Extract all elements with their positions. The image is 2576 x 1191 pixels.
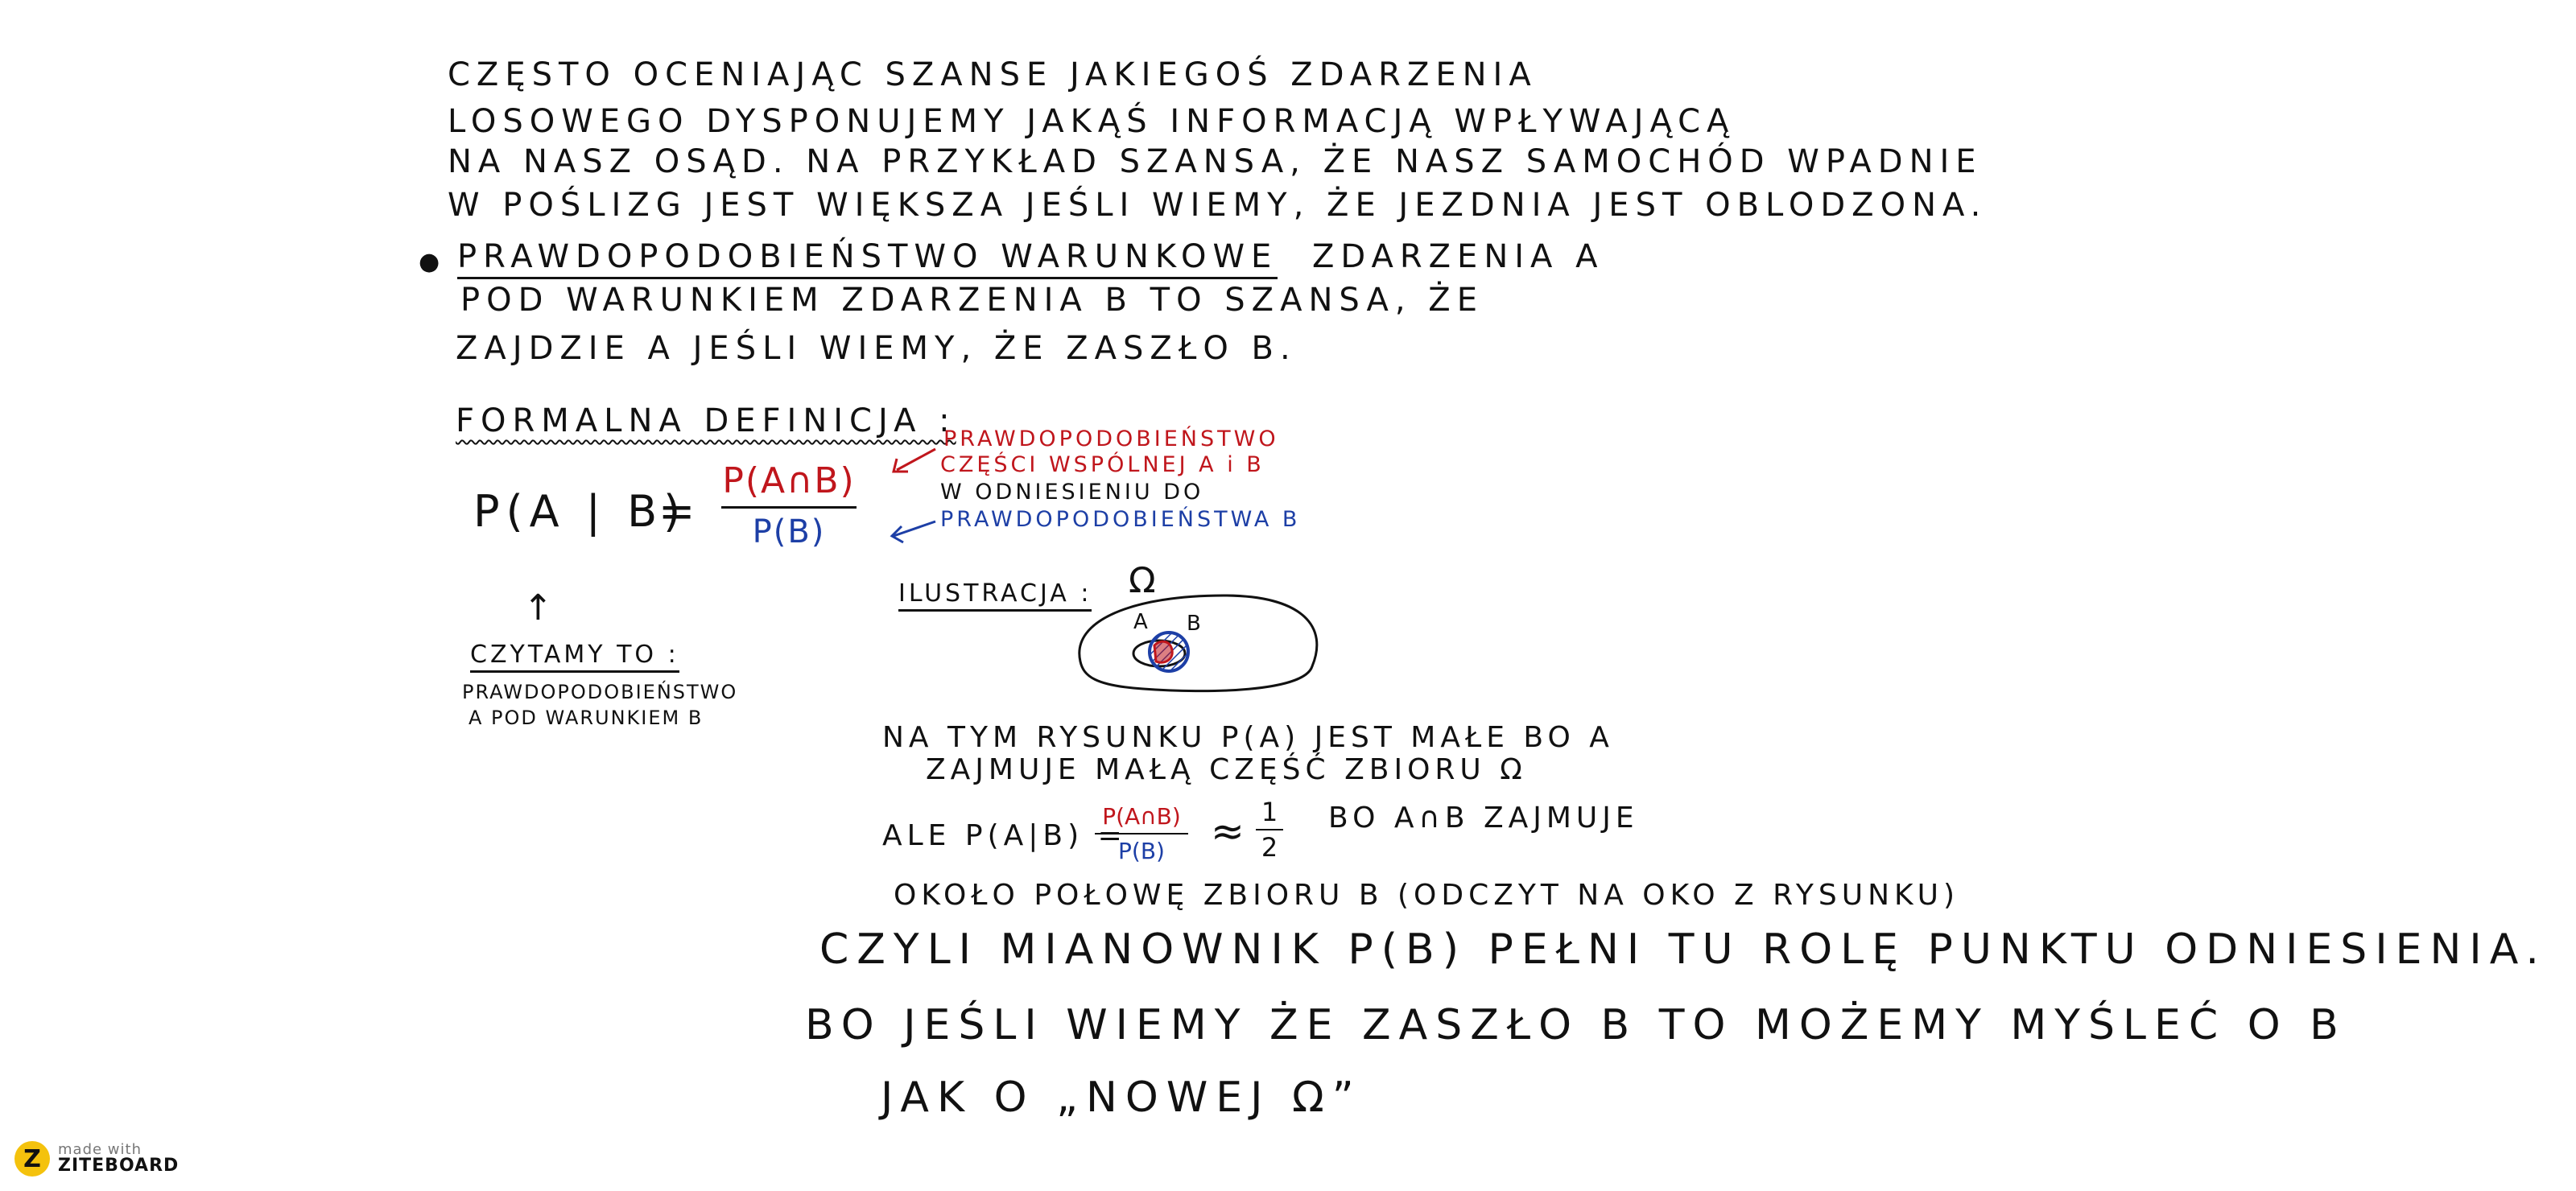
note-red-2: CZĘŚCI WSPÓLNEJ A i B [940,452,1265,477]
explanation-frac-bar [1095,833,1188,835]
intro-line-4: W POŚLIZG JEST WIĘKSZA JEŚLI WIEMY, ŻE J… [448,187,1988,224]
read-heading: CZYTAMY TO : [470,641,679,673]
definition-line-1-rest: ZDARZENIA A [1312,238,1604,275]
bullet-dot: ● [419,248,445,276]
conclusion-line-1: CZYLI MIANOWNIK P(B) PEŁNI TU ROLĘ PUNKT… [819,925,2547,974]
formula-fraction: P(A∩B) P(B) [721,460,857,550]
intro-line-1: CZĘSTO OCENIAJĄC SZANSE JAKIEGOŚ ZDARZEN… [448,56,1538,93]
half-num: 1 [1261,797,1278,827]
explanation-frac-den: P(B) [1118,838,1165,864]
explanation-ale: ALE P(A|B) = [882,819,1127,852]
half-bar [1256,829,1283,830]
explanation-line-4: OKOŁO POŁOWĘ ZBIORU B (ODCZYT NA OKO Z R… [894,879,1960,912]
definition-term: PRAWDOPODOBIEŃSTWO WARUNKOWE [457,238,1278,279]
explanation-fraction: P(A∩B) P(B) [1095,803,1188,864]
definition-line-3: ZAJDZIE A JEŚLI WIEMY, ŻE ZASZŁO B. [456,330,1297,367]
half-den: 2 [1261,832,1278,863]
note-black: W ODNIESIENIU DO [940,480,1204,505]
up-arrow-icon: ↑ [523,587,558,628]
definition-line-2: POD WARUNKIEM ZDARZENIA B TO SZANSA, ŻE [460,282,1484,319]
conclusion-line-2: BO JEŚLI WIEMY ŻE ZASZŁO B TO MOŻEMY MYŚ… [805,1001,2347,1049]
red-arrow [896,447,936,472]
explanation-line-2: ZAJMUJE MAŁĄ CZĘŚĆ ZBIORU Ω [926,753,1527,786]
conclusion-line-3: JAK O „NOWEJ Ω” [881,1074,1362,1122]
ziteboard-text: made with ZITEBOARD [58,1143,179,1175]
formula-numerator: P(A∩B) [722,460,856,501]
intro-line-3: NA NASZ OSĄD. NA PRZYKŁAD SZANSA, ŻE NAS… [448,143,1983,180]
set-b-label: B [1187,612,1201,636]
definition-line-1: PRAWDOPODOBIEŃSTWO WARUNKOWE ZDARZENIA A [457,238,1604,279]
intersection-region [1153,640,1174,664]
formula-denominator: P(B) [752,513,826,550]
fraction-bar [721,506,857,509]
read-line-2: A POD WARUNKIEM B [469,707,704,729]
formula-equals: = [658,486,700,537]
explanation-line-1: NA TYM RYSUNKU P(A) JEST MAŁE BO A [882,721,1614,754]
set-a-label: A [1133,610,1148,634]
half-fraction: 1 2 [1256,797,1283,863]
illustration-heading: ILUSTRACJA : [898,579,1092,612]
omega-ellipse [1078,594,1319,693]
explanation-line-3-rest: BO A∩B ZAJMUJE [1328,802,1639,835]
venn-illustration [1078,594,1319,693]
intro-line-2: LOSOWEGO DYSPONUJEMY JAKĄŚ INFORMACJĄ WP… [448,103,1736,140]
note-blue: PRAWDOPODOBIEŃSTWA B [940,507,1301,532]
formula-lhs: P(A | B) [473,486,687,537]
ziteboard-logo: Z made with ZITEBOARD [14,1141,179,1177]
note-red-1: PRAWDOPODOBIEŃSTWO [943,427,1279,451]
approx-sign: ≈ [1211,808,1249,855]
brand-name: ZITEBOARD [58,1156,180,1176]
formal-heading: FORMALNA DEFINICJA : [456,402,956,439]
explanation-frac-num: P(A∩B) [1102,803,1181,830]
ziteboard-mark-icon: Z [14,1141,50,1177]
read-line-1: PRAWDOPODOBIEŃSTWO [462,681,738,703]
